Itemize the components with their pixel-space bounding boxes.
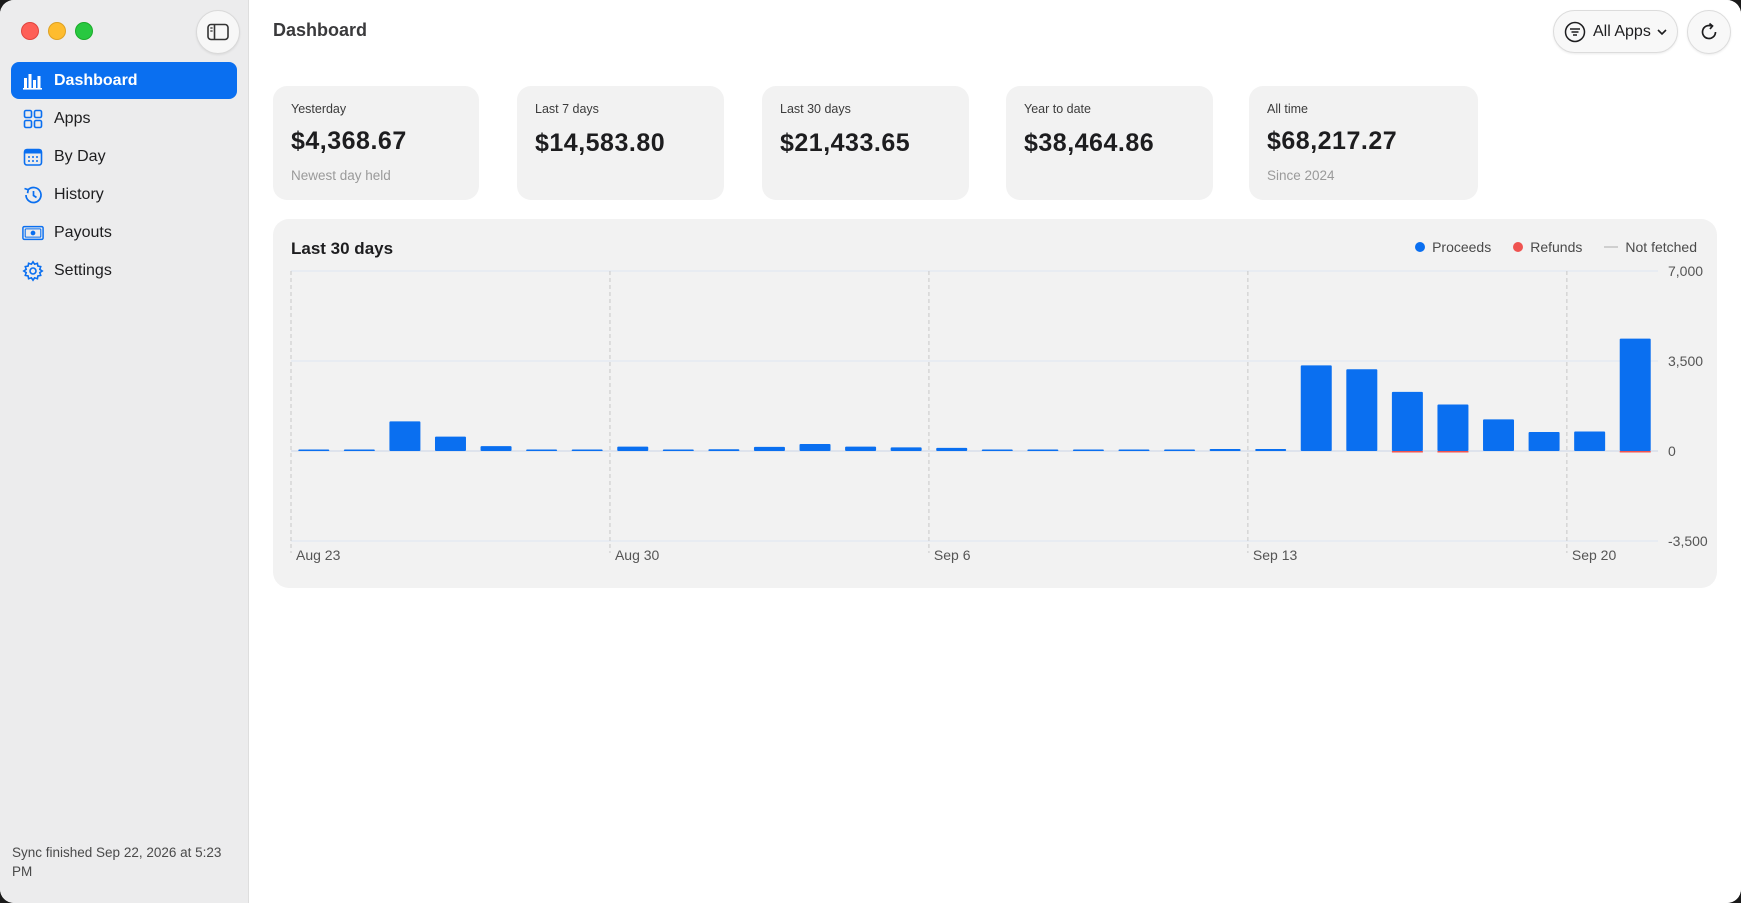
proceeds-bar bbox=[753, 446, 785, 451]
sidebar-item-apps[interactable]: Apps bbox=[11, 100, 237, 137]
proceeds-bar bbox=[571, 449, 603, 451]
sidebar-item-label: Payouts bbox=[54, 223, 112, 241]
proceeds-bar bbox=[1619, 338, 1651, 451]
proceeds-bar bbox=[845, 446, 877, 451]
proceeds-bar bbox=[981, 449, 1013, 451]
zoom-window-button[interactable] bbox=[75, 22, 93, 40]
grid-icon bbox=[22, 108, 44, 130]
stat-value: $14,583.80 bbox=[535, 129, 666, 157]
sidebar-item-label: Settings bbox=[54, 261, 112, 279]
sidebar-toggle-button[interactable] bbox=[196, 10, 240, 54]
main-content: Dashboard All Apps Yesterday $4,368.67 N… bbox=[249, 0, 1741, 903]
filter-icon bbox=[1564, 21, 1586, 42]
stat-subtitle: Newest day held bbox=[291, 168, 391, 183]
proceeds-bar bbox=[1118, 449, 1150, 451]
proceeds-bar bbox=[617, 446, 649, 451]
x-tick-label: Aug 23 bbox=[296, 547, 341, 563]
proceeds-bar bbox=[526, 449, 558, 451]
sidebar: Dashboard Apps By Day History Payouts Se… bbox=[0, 0, 249, 903]
close-window-button[interactable] bbox=[21, 22, 39, 40]
y-tick-label: 0 bbox=[1668, 443, 1676, 459]
proceeds-bar bbox=[1164, 449, 1196, 451]
stat-label: All time bbox=[1267, 102, 1308, 116]
banknote-icon bbox=[22, 222, 44, 244]
sidebar-item-label: History bbox=[54, 185, 104, 203]
sidebar-item-settings[interactable]: Settings bbox=[11, 252, 237, 289]
refund-bar bbox=[1391, 451, 1423, 453]
calendar-icon bbox=[22, 146, 44, 168]
sidebar-item-label: Apps bbox=[54, 109, 91, 127]
proceeds-bar bbox=[1483, 419, 1515, 451]
y-tick-label: 3,500 bbox=[1668, 353, 1703, 369]
stat-subtitle: Since 2024 bbox=[1267, 168, 1335, 183]
sidebar-toggle-icon bbox=[207, 23, 229, 41]
app-window: Dashboard Apps By Day History Payouts Se… bbox=[0, 0, 1741, 903]
stat-card-year-to-date: Year to date $38,464.86 bbox=[1006, 86, 1213, 200]
x-tick-label: Aug 30 bbox=[615, 547, 660, 563]
stat-card-all-time: All time $68,217.27 Since 2024 bbox=[1249, 86, 1478, 200]
proceeds-bar bbox=[1391, 391, 1423, 451]
refresh-button[interactable] bbox=[1687, 10, 1731, 54]
chart-card: Last 30 days Proceeds Refunds Not fetche… bbox=[273, 219, 1717, 588]
refund-bar bbox=[1619, 451, 1651, 453]
proceeds-bar bbox=[936, 447, 968, 451]
proceeds-bar bbox=[298, 449, 330, 451]
proceeds-bar bbox=[799, 444, 831, 451]
app-filter-dropdown[interactable]: All Apps bbox=[1553, 10, 1678, 53]
bar-chart-icon bbox=[22, 70, 44, 92]
sidebar-item-history[interactable]: History bbox=[11, 176, 237, 213]
refresh-icon bbox=[1701, 22, 1717, 40]
proceeds-bar bbox=[1255, 448, 1287, 451]
bar-chart: 7,000 3,500 0 -3,500 Aug 23 Aug 30 Sep 6 Sep 13… bbox=[290, 263, 1708, 563]
proceeds-bar bbox=[1528, 431, 1560, 451]
stat-label: Yesterday bbox=[291, 102, 347, 116]
proceeds-bar bbox=[1346, 369, 1378, 451]
y-tick-label: 7,000 bbox=[1668, 263, 1703, 279]
proceeds-bar bbox=[1437, 404, 1469, 451]
proceeds-bar bbox=[1027, 449, 1059, 451]
sidebar-item-dashboard[interactable]: Dashboard bbox=[11, 62, 237, 99]
proceeds-bar bbox=[1072, 449, 1104, 451]
proceeds-bar bbox=[434, 436, 466, 451]
sidebar-item-label: By Day bbox=[54, 147, 106, 165]
minimize-window-button[interactable] bbox=[48, 22, 66, 40]
stat-card-last-30-days: Last 30 days $21,433.65 bbox=[762, 86, 969, 200]
proceeds-bar bbox=[708, 449, 740, 451]
sync-status: Sync finished Sep 22, 2026 at 5:23 PM bbox=[12, 845, 222, 879]
proceeds-bar bbox=[1209, 448, 1241, 451]
app-filter-label: All Apps bbox=[1593, 22, 1651, 40]
stat-value: $68,217.27 bbox=[1267, 127, 1398, 155]
sidebar-item-label: Dashboard bbox=[54, 71, 138, 89]
x-tick-label: Sep 6 bbox=[934, 547, 971, 563]
y-tick-label: -3,500 bbox=[1668, 533, 1708, 549]
proceeds-bar bbox=[480, 446, 512, 451]
stat-value: $4,368.67 bbox=[291, 127, 407, 155]
stat-label: Last 30 days bbox=[780, 102, 851, 116]
chevron-down-icon bbox=[1657, 28, 1667, 35]
sidebar-item-payouts[interactable]: Payouts bbox=[11, 214, 237, 251]
page-title: Dashboard bbox=[273, 20, 368, 40]
proceeds-bar bbox=[389, 421, 421, 451]
stat-value: $21,433.65 bbox=[780, 129, 911, 157]
stat-card-yesterday: Yesterday $4,368.67 Newest day held bbox=[273, 86, 479, 200]
proceeds-bar bbox=[343, 449, 375, 451]
stat-label: Last 7 days bbox=[535, 102, 599, 116]
sidebar-item-by-day[interactable]: By Day bbox=[11, 138, 237, 175]
proceeds-bar bbox=[890, 447, 922, 451]
gear-icon bbox=[22, 259, 44, 282]
refund-bar bbox=[1437, 451, 1469, 453]
clock-history-icon bbox=[22, 184, 44, 206]
stat-label: Year to date bbox=[1024, 102, 1091, 116]
x-tick-label: Sep 20 bbox=[1572, 547, 1617, 563]
stat-value: $38,464.86 bbox=[1024, 129, 1155, 157]
proceeds-bar bbox=[1300, 365, 1332, 451]
proceeds-bar bbox=[1574, 431, 1606, 451]
proceeds-bar bbox=[662, 449, 694, 451]
sidebar-nav: Dashboard Apps By Day History Payouts Se… bbox=[11, 62, 237, 290]
x-tick-label: Sep 13 bbox=[1253, 547, 1298, 563]
stat-card-last-7-days: Last 7 days $14,583.80 bbox=[517, 86, 724, 200]
